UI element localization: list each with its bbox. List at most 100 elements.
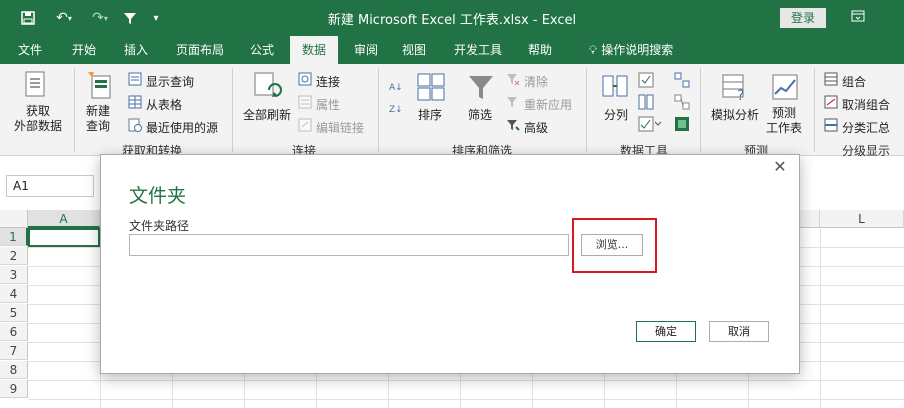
- tab-home[interactable]: 开始: [62, 36, 106, 64]
- filter-large-icon[interactable]: [466, 72, 496, 102]
- group-button[interactable]: 组合: [842, 73, 866, 90]
- text-to-columns-button[interactable]: 分列: [604, 106, 628, 123]
- select-all-corner[interactable]: [0, 210, 28, 228]
- refresh-all-icon[interactable]: [252, 70, 282, 100]
- edit-links-button[interactable]: 编辑链接: [316, 119, 364, 136]
- ungroup-icon: [824, 95, 838, 109]
- gridline: [28, 399, 904, 400]
- row-header[interactable]: 2: [0, 247, 28, 265]
- row-header[interactable]: 5: [0, 304, 28, 322]
- reapply-icon: [506, 95, 520, 109]
- title-bar: ↶ ▾ ↷ ▾ ▾ 新建 Microsoft Excel 工作表.xlsx - …: [0, 0, 904, 36]
- refresh-all-button[interactable]: 全部刷新: [243, 106, 291, 123]
- row-header[interactable]: 3: [0, 266, 28, 284]
- what-if-analysis-button[interactable]: 模拟分析: [711, 106, 759, 123]
- from-table-button[interactable]: 从表格: [146, 96, 182, 113]
- group-separator: [586, 68, 587, 152]
- close-icon[interactable]: ✕: [771, 158, 789, 176]
- browse-button[interactable]: 浏览...: [581, 234, 643, 256]
- name-box[interactable]: A1: [6, 175, 94, 197]
- row-header[interactable]: 7: [0, 342, 28, 360]
- flash-fill-icon[interactable]: [638, 72, 654, 88]
- tab-file[interactable]: 文件: [8, 36, 52, 64]
- connections-icon: [298, 72, 312, 86]
- gridline: [820, 228, 821, 408]
- window-title: 新建 Microsoft Excel 工作表.xlsx - Excel: [327, 13, 577, 28]
- remove-duplicates-icon[interactable]: [638, 94, 654, 110]
- subtotal-icon: [824, 118, 838, 132]
- folder-dialog: ✕ 文件夹 文件夹路径 浏览... 确定 取消: [100, 154, 800, 374]
- ok-button[interactable]: 确定: [636, 321, 696, 342]
- ribbon-tabs: 文件 开始 插入 页面布局 公式 数据 审阅 视图 开发工具 帮助 💡︎ 操作说明…: [0, 36, 904, 64]
- tab-insert[interactable]: 插入: [114, 36, 158, 64]
- row-header[interactable]: 6: [0, 323, 28, 341]
- lightbulb-icon: 💡︎: [588, 43, 598, 57]
- svg-text:Z↓: Z↓: [389, 105, 403, 115]
- properties-icon: [298, 95, 312, 109]
- edit-links-icon: [298, 118, 312, 132]
- tab-review[interactable]: 审阅: [344, 36, 388, 64]
- advanced-button[interactable]: 高级: [524, 119, 548, 136]
- clear-filter-icon: [506, 72, 520, 86]
- manage-data-model-icon[interactable]: [674, 116, 690, 132]
- ribbon: 获取 外部数据 新建 查询 显示查询 从表格 最近使用的源 获取和转换 全部刷新…: [0, 64, 904, 158]
- data-validation-icon[interactable]: [638, 116, 662, 132]
- properties-button[interactable]: 属性: [316, 96, 340, 113]
- tab-help[interactable]: 帮助: [518, 36, 562, 64]
- ungroup-button[interactable]: 取消组合: [842, 96, 890, 113]
- get-external-data-icon[interactable]: [22, 70, 50, 100]
- clear-button[interactable]: 清除: [524, 73, 548, 90]
- relationships-icon[interactable]: [674, 94, 690, 110]
- new-query-button[interactable]: 新建 查询: [86, 104, 110, 134]
- subtotal-button[interactable]: 分类汇总: [842, 119, 890, 136]
- recent-sources-icon: [128, 118, 142, 132]
- cancel-button[interactable]: 取消: [709, 321, 769, 342]
- tell-me-search[interactable]: 💡︎ 操作说明搜索: [576, 36, 686, 64]
- from-table-icon: [128, 95, 142, 109]
- gridline: [28, 380, 904, 381]
- new-query-icon[interactable]: [86, 70, 116, 100]
- show-queries-button[interactable]: 显示查询: [146, 73, 194, 90]
- column-header-l[interactable]: L: [820, 210, 904, 228]
- row-header[interactable]: 8: [0, 361, 28, 379]
- tab-view[interactable]: 视图: [392, 36, 436, 64]
- row-header[interactable]: 1: [0, 228, 28, 246]
- active-cell[interactable]: [28, 228, 100, 247]
- row-header[interactable]: 9: [0, 380, 28, 398]
- reapply-button[interactable]: 重新应用: [524, 96, 572, 113]
- recent-sources-button[interactable]: 最近使用的源: [146, 119, 218, 136]
- sort-icon[interactable]: [416, 72, 446, 102]
- text-to-columns-icon[interactable]: [600, 72, 630, 102]
- dialog-title: 文件夹: [129, 185, 187, 207]
- group-separator: [700, 68, 701, 152]
- forecast-sheet-button[interactable]: 预测 工作表: [766, 106, 802, 136]
- tab-developer[interactable]: 开发工具: [446, 36, 510, 64]
- advanced-filter-icon: [506, 118, 520, 132]
- get-external-data-button[interactable]: 获取 外部数据: [14, 104, 62, 134]
- sort-az-icons[interactable]: A↓ Z↓: [388, 78, 408, 134]
- login-button[interactable]: 登录: [780, 8, 826, 28]
- svg-text:A↓: A↓: [389, 83, 403, 93]
- row-header[interactable]: 4: [0, 285, 28, 303]
- folder-path-input[interactable]: [129, 234, 569, 256]
- group-separator: [232, 68, 233, 152]
- consolidate-icon[interactable]: [674, 72, 690, 88]
- tab-data[interactable]: 数据: [290, 36, 338, 64]
- filter-button[interactable]: 筛选: [468, 106, 492, 123]
- tab-page-layout[interactable]: 页面布局: [168, 36, 232, 64]
- group-separator: [814, 68, 815, 152]
- group-separator: [378, 68, 379, 152]
- group-separator: [74, 68, 75, 152]
- tab-formulas[interactable]: 公式: [240, 36, 284, 64]
- sort-button[interactable]: 排序: [418, 106, 442, 123]
- group-icon: [824, 72, 838, 86]
- what-if-analysis-icon[interactable]: ?: [720, 72, 750, 104]
- svg-text:?: ?: [737, 88, 744, 102]
- ribbon-display-icon[interactable]: [848, 8, 868, 28]
- show-queries-icon: [128, 72, 142, 86]
- group-label-outline: 分级显示: [842, 144, 891, 158]
- forecast-sheet-icon[interactable]: [770, 72, 800, 102]
- connections-button[interactable]: 连接: [316, 73, 340, 90]
- tell-me-label: 操作说明搜索: [601, 43, 674, 57]
- column-header-a[interactable]: A: [28, 210, 100, 228]
